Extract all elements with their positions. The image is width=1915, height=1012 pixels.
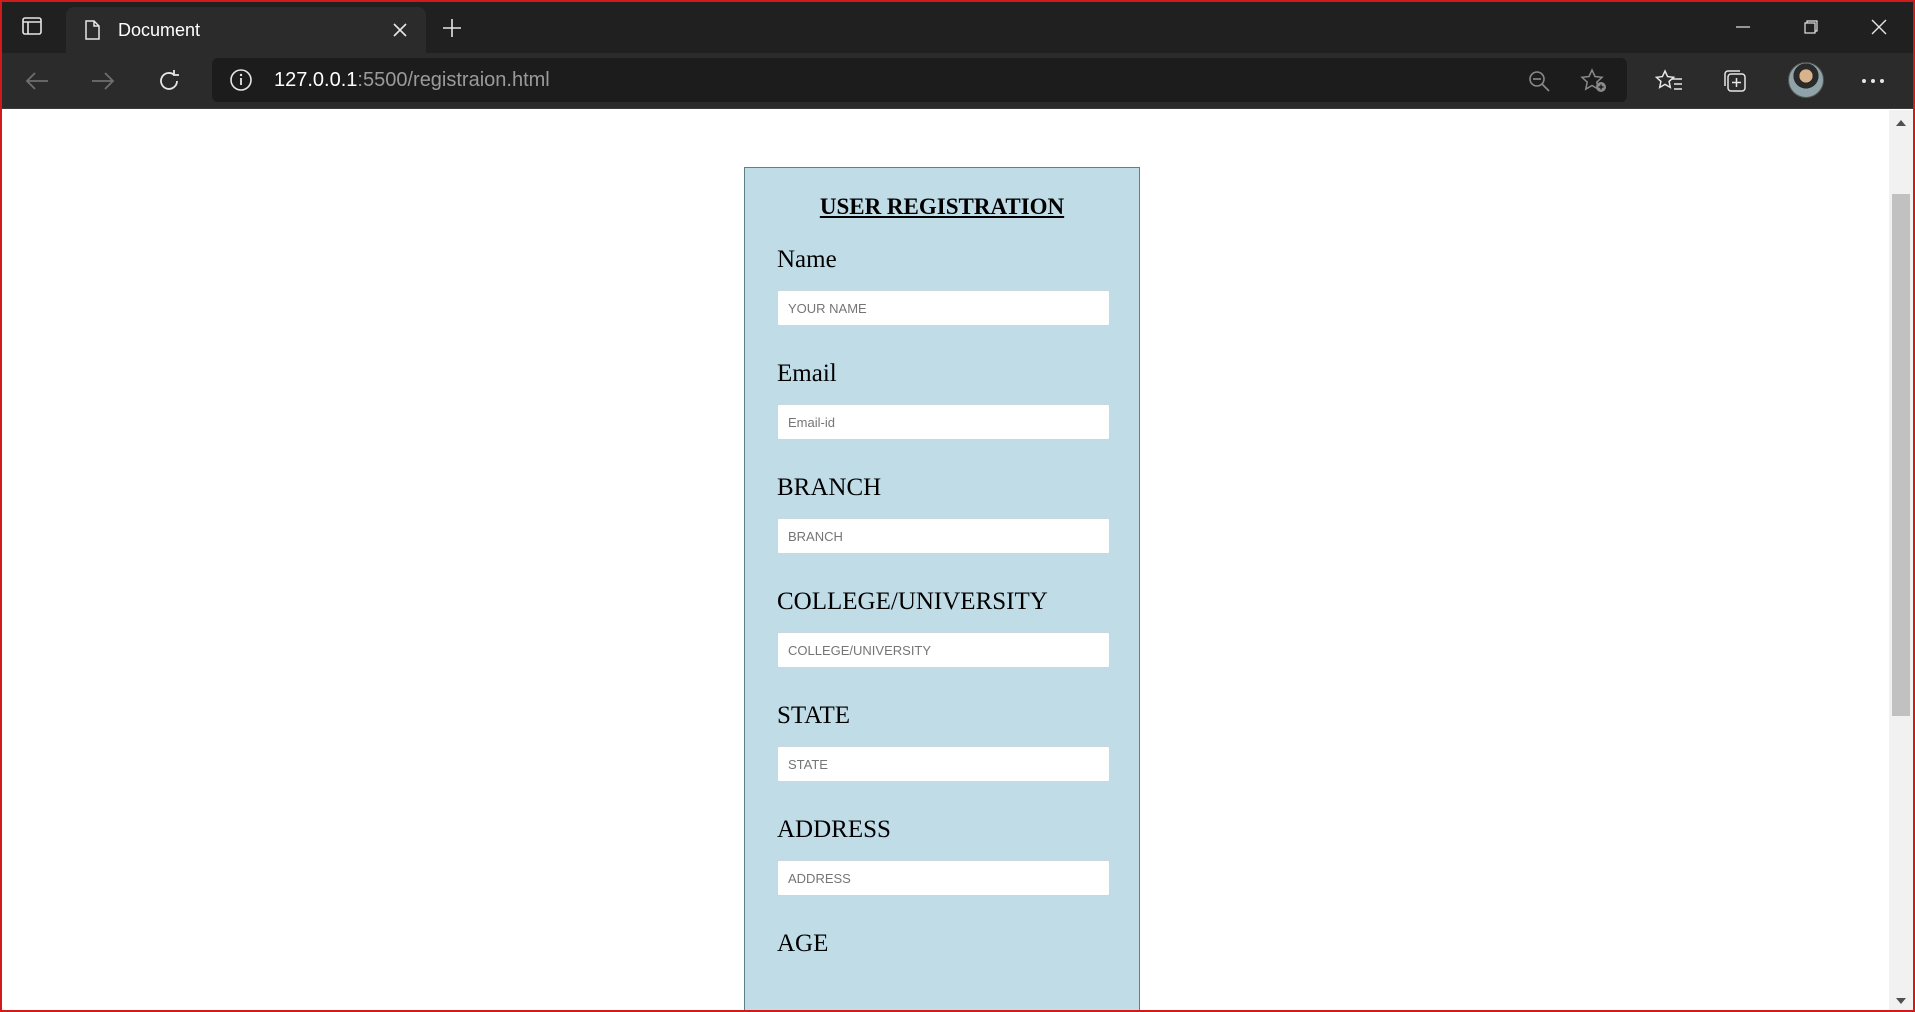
branch-input[interactable] (777, 518, 1110, 554)
form-title: USER REGISTRATION (819, 194, 1065, 219)
forward-icon (92, 72, 115, 90)
favorites-button[interactable] (1652, 65, 1686, 97)
scroll-down-icon (1896, 998, 1906, 1004)
add-favorite-button[interactable] (1579, 66, 1609, 96)
favorites-icon (1655, 69, 1682, 90)
scroll-up-button[interactable] (1889, 114, 1913, 132)
email-label: Email (777, 360, 837, 387)
close-icon (1871, 19, 1887, 35)
restore-button[interactable] (1788, 10, 1834, 44)
url-host: 127.0.0.1 (274, 68, 358, 91)
forward-button[interactable] (84, 63, 122, 99)
url-path: :5500/registraion.html (357, 68, 550, 91)
tab-actions-icon (22, 16, 42, 40)
more-button[interactable] (1856, 65, 1890, 97)
zoom-out-button[interactable] (1524, 66, 1554, 96)
refresh-button[interactable] (150, 63, 188, 99)
minimize-button[interactable] (1720, 10, 1766, 44)
name-label: Name (777, 246, 837, 273)
tab-actions-button[interactable] (12, 12, 52, 44)
profile-avatar[interactable] (1788, 62, 1824, 98)
restore-icon (1804, 20, 1818, 34)
page-viewport: USER REGISTRATION Name Email BRANCH COLL… (2, 110, 1889, 1010)
add-favorite-icon (1580, 68, 1606, 92)
browser-window: Document 127.0.0.1:5500/registraion.html… (0, 0, 1915, 1012)
zoom-out-icon (1529, 71, 1550, 92)
state-label: STATE (777, 702, 850, 729)
new-tab-button[interactable] (438, 14, 466, 42)
college-label: COLLEGE/UNIVERSITY (777, 588, 1048, 615)
minimize-icon (1736, 26, 1750, 28)
address-bar[interactable]: 127.0.0.1:5500/registraion.html (212, 58, 1627, 102)
address-label: ADDRESS (777, 816, 891, 843)
scroll-thumb[interactable] (1892, 194, 1910, 716)
close-icon (393, 23, 407, 37)
branch-label: BRANCH (777, 474, 882, 501)
email-input[interactable] (777, 404, 1110, 440)
tab-title: Document (118, 19, 201, 40)
scroll-down-button[interactable] (1889, 992, 1913, 1010)
vertical-scrollbar[interactable] (1889, 110, 1913, 1010)
close-tab-button[interactable] (388, 18, 412, 42)
age-label: AGE (777, 930, 829, 957)
scroll-up-icon (1896, 120, 1906, 126)
refresh-icon (160, 70, 179, 90)
state-input[interactable] (777, 746, 1110, 782)
info-icon[interactable] (228, 67, 254, 93)
close-window-button[interactable] (1856, 10, 1902, 44)
registration-form: USER REGISTRATION Name Email BRANCH COLL… (744, 167, 1140, 1010)
collections-button[interactable] (1718, 65, 1752, 97)
college-input[interactable] (777, 632, 1110, 668)
address-input[interactable] (777, 860, 1110, 896)
name-input[interactable] (777, 290, 1110, 326)
active-tab[interactable]: Document (66, 7, 426, 53)
plus-icon (443, 19, 461, 37)
tab-strip: Document (2, 2, 1913, 53)
collections-icon (1724, 70, 1746, 92)
more-icon (1862, 79, 1884, 83)
url-text: 127.0.0.1:5500/registraion.html (274, 69, 550, 92)
back-icon (25, 72, 48, 90)
browser-toolbar: 127.0.0.1:5500/registraion.html (2, 53, 1913, 109)
page-icon (84, 19, 102, 41)
back-button[interactable] (18, 63, 56, 99)
